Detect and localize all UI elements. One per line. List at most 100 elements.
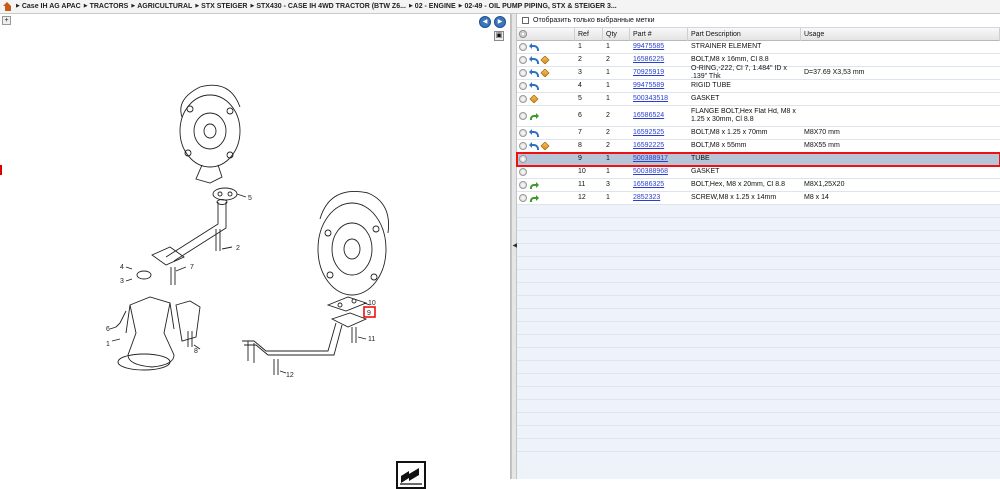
table-row[interactable]: 5 1 500343518 GASKET [517,93,1000,106]
replace-arrow-icon[interactable] [529,69,539,77]
part-number-link[interactable]: 16586325 [633,181,664,188]
callout-2[interactable]: 2 [236,245,240,252]
part-number-cell: 99475585 [630,43,688,51]
ref-cell: 1 [578,43,582,50]
header-description[interactable]: Part Description [688,27,801,41]
part-number-link[interactable]: 2852323 [633,194,660,201]
ref-cell: 10 [578,168,586,175]
breadcrumb-item[interactable]: 02 - ENGINE [409,3,456,10]
empty-row [517,322,1000,335]
callout-8[interactable]: 8 [194,348,198,355]
status-circle-icon[interactable] [519,142,527,150]
substitute-arrow-icon[interactable] [530,194,539,202]
substitute-arrow-icon[interactable] [530,181,539,189]
description-cell: BOLT,M8 x 55mm [691,142,747,149]
table-row[interactable]: 4 1 99475589 RIGID TUBE [517,80,1000,93]
part-number-link[interactable]: 16586524 [633,112,664,119]
status-circle-icon[interactable] [519,43,527,51]
qty-cell: 1 [606,194,610,201]
zoom-fit-icon[interactable]: ▣ [494,31,504,41]
part-number-link[interactable]: 16592225 [633,142,664,149]
table-row[interactable]: 12 1 2852323 SCREW,M8 x 1.25 x 14mm M8 x 14 [517,192,1000,205]
part-number-link[interactable]: 500343518 [633,95,668,102]
table-row[interactable]: 1 1 99475585 STRAINER ELEMENT [517,41,1000,54]
part-number-link[interactable]: 16592525 [633,129,664,136]
description-cell: FLANGE BOLT,Hex Flat Hd, M8 x 1.25 x 30m… [691,108,796,123]
callout-7[interactable]: 7 [190,264,194,271]
callout-5[interactable]: 5 [248,195,252,202]
table-row[interactable]: 9 1 500388917 TUBE [516,152,1000,167]
row-icons [517,112,575,120]
previous-arrow-icon[interactable]: ◀ [479,16,491,28]
part-number-link[interactable]: 16586225 [633,56,664,63]
package-icon[interactable] [540,69,550,77]
home-icon[interactable] [3,2,12,11]
part-number-link[interactable]: 99475589 [633,82,664,89]
callout-10[interactable]: 10 [368,300,376,307]
header-qty[interactable]: Qty [603,27,630,41]
settings-gear-icon[interactable] [519,30,527,38]
part-number-cell: 99475589 [630,82,688,90]
callout-4[interactable]: 4 [120,264,124,271]
table-row[interactable]: 3 1 70925919 O-RING,-222, Cl 7, 1.484" ID x… [517,65,1000,80]
status-circle-icon[interactable] [519,95,527,103]
part-number-link[interactable]: 99475585 [633,43,664,50]
header-part-number[interactable]: Part # [630,27,688,41]
part-number-link[interactable]: 70925919 [633,69,664,76]
row-icons [517,129,575,137]
show-selected-checkbox[interactable] [522,17,529,24]
next-arrow-icon[interactable]: ▶ [494,16,506,28]
part-number-link[interactable]: 500388968 [633,168,668,175]
breadcrumb-item[interactable]: STX430 - CASE IH 4WD TRACTOR (BTW Z6... [250,3,406,10]
status-circle-icon[interactable] [519,168,527,176]
replace-arrow-icon[interactable] [529,82,539,90]
status-circle-icon[interactable] [519,56,527,64]
replace-arrow-icon[interactable] [529,43,539,51]
callout-1[interactable]: 1 [106,341,110,348]
status-circle-icon[interactable] [519,181,527,189]
replace-arrow-icon[interactable] [529,142,539,150]
ref-cell: 7 [578,129,582,136]
breadcrumb-item[interactable]: STX STEIGER [195,3,247,10]
table-row[interactable]: 10 1 500388968 GASKET [517,166,1000,179]
breadcrumb-item[interactable]: 02-49 - OIL PUMP PIPING, STX & STEIGER 3… [459,3,617,10]
callout-3[interactable]: 3 [120,278,124,285]
package-icon[interactable] [540,142,550,150]
empty-row [517,374,1000,387]
callout-11[interactable]: 11 [368,336,375,343]
callout-12[interactable]: 12 [286,372,294,379]
breadcrumb-item[interactable]: AGRICULTURAL [131,3,192,10]
qty-cell: 2 [606,112,610,119]
breadcrumb-item[interactable]: Case IH AG APAC [16,3,81,10]
part-number-link[interactable]: 500388917 [633,155,668,162]
empty-row [517,400,1000,413]
status-circle-icon[interactable] [519,82,527,90]
expand-icon[interactable]: + [2,16,11,25]
empty-row [517,335,1000,348]
table-row[interactable]: 6 2 16586524 FLANGE BOLT,Hex Flat Hd, M8 x … [517,106,1000,127]
status-circle-icon[interactable] [519,112,527,120]
callout-6[interactable]: 6 [106,326,110,333]
export-arrow-icon[interactable] [396,461,426,489]
status-circle-icon[interactable] [519,69,527,77]
status-circle-icon[interactable] [519,129,527,137]
exploded-parts-diagram[interactable]: 5 2 4 3 7 6 1 8 10 9 11 12 [70,69,400,399]
header-settings[interactable] [517,27,575,41]
status-circle-icon[interactable] [519,194,527,202]
breadcrumb-item[interactable]: TRACTORS [84,3,129,10]
header-usage[interactable]: Usage [801,27,1000,41]
table-row[interactable]: 7 2 16592525 BOLT,M8 x 1.25 x 70mm M8X70 mm [517,127,1000,140]
empty-row [517,283,1000,296]
callout-9[interactable]: 9 [367,310,371,317]
status-circle-icon[interactable] [519,155,527,163]
replace-arrow-icon[interactable] [529,129,539,137]
substitute-arrow-icon[interactable] [530,112,539,120]
parts-table-body: 1 1 99475585 STRAINER ELEMENT 2 2 16586225 BOLT… [516,41,1000,452]
table-row[interactable]: 11 3 16586325 BOLT,Hex, M8 x 20mm, Cl 8.8 M8… [517,179,1000,192]
package-icon[interactable] [540,56,550,64]
package-icon[interactable] [529,95,539,103]
table-row[interactable]: 8 2 16592225 BOLT,M8 x 55mm M8X55 mm [517,140,1000,153]
replace-arrow-icon[interactable] [529,56,539,64]
qty-cell: 1 [606,95,610,102]
header-ref[interactable]: Ref [575,27,603,41]
